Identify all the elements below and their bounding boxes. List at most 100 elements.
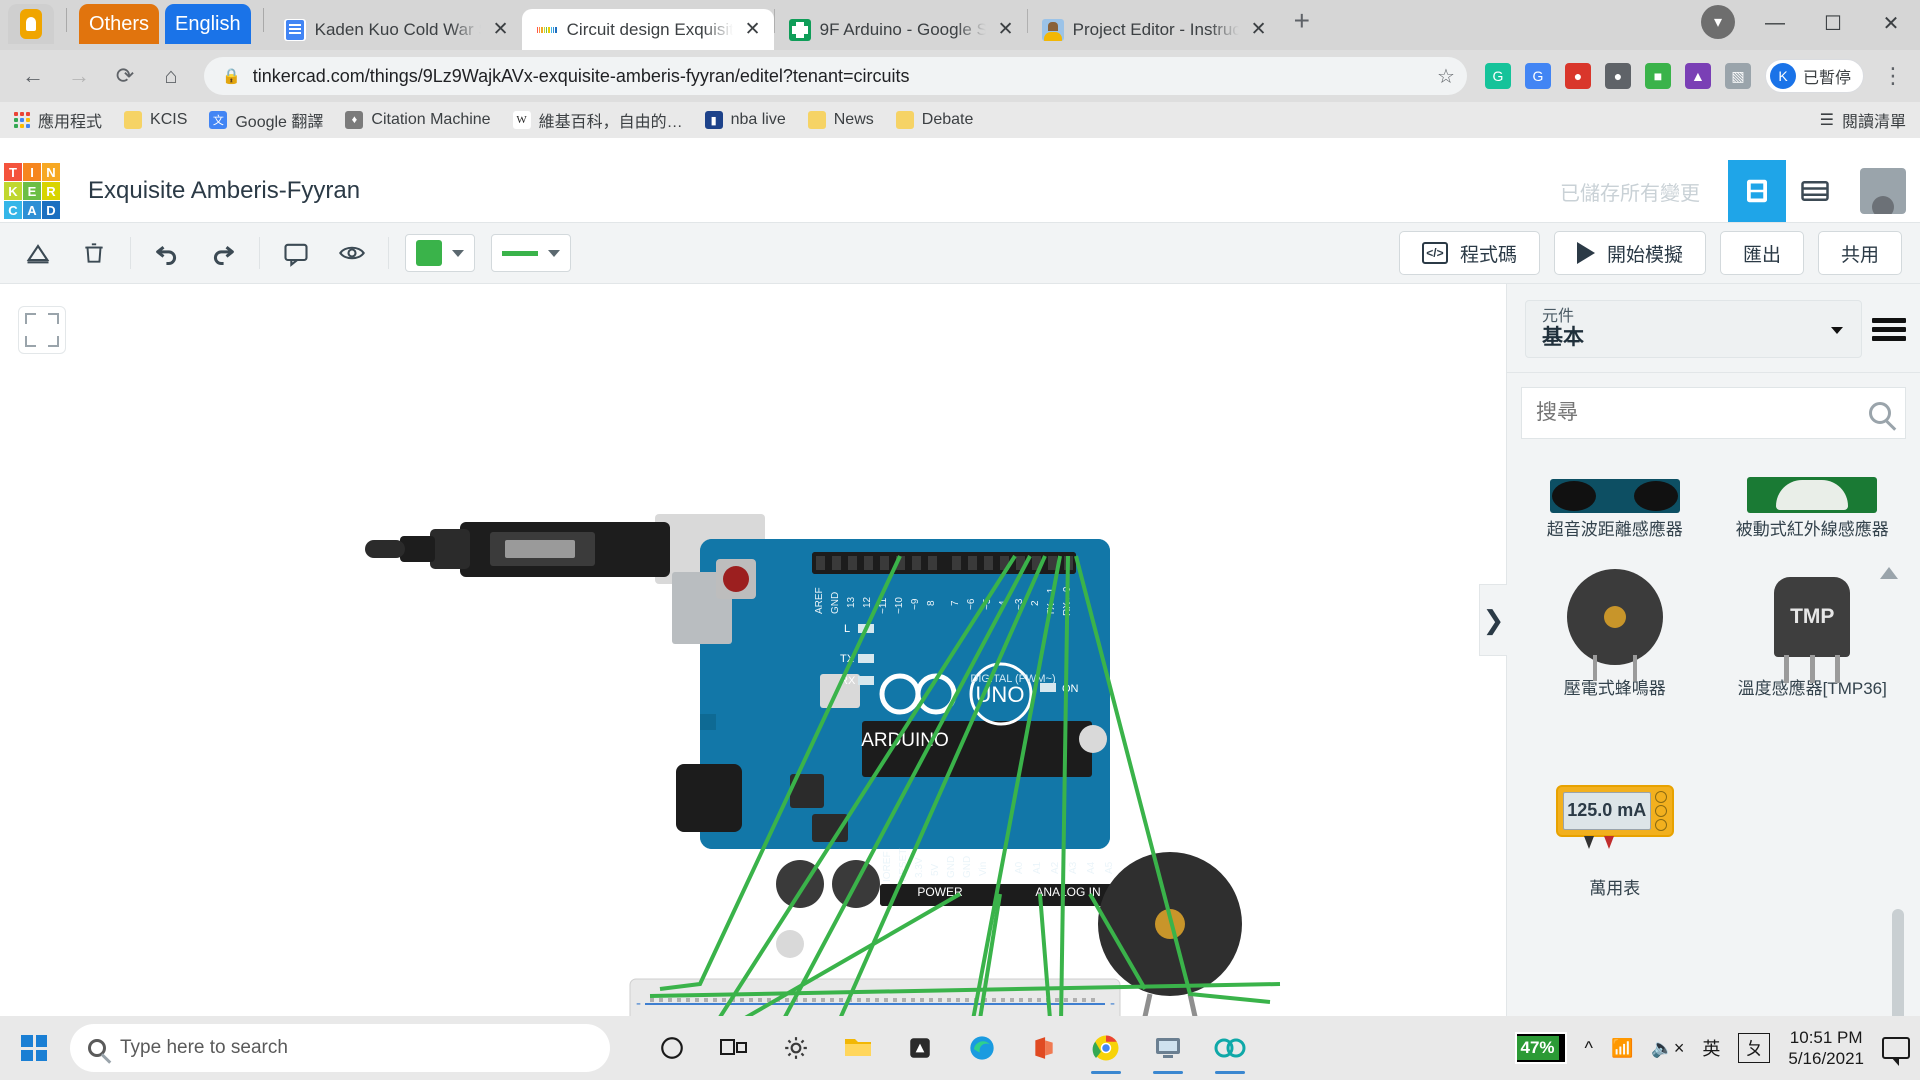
bookmark-wikipedia[interactable]: W 維基百科，自由的… bbox=[512, 108, 683, 132]
minimize-button[interactable]: — bbox=[1746, 0, 1804, 46]
cortana-icon[interactable] bbox=[646, 1020, 698, 1076]
simulate-button[interactable]: 開始模擬 bbox=[1553, 231, 1706, 275]
component-tmp36[interactable]: TMP 溫度感應器[TMP36] bbox=[1719, 556, 1907, 715]
annotation-button[interactable] bbox=[276, 233, 316, 273]
avatar[interactable] bbox=[1860, 168, 1906, 214]
redo-button[interactable] bbox=[203, 233, 243, 273]
visibility-button[interactable] bbox=[332, 233, 372, 273]
panel-scrollbar[interactable] bbox=[1892, 909, 1904, 1016]
buzzer-icon bbox=[1566, 569, 1663, 682]
file-explorer-icon[interactable] bbox=[832, 1020, 884, 1076]
green-ext-icon[interactable]: ■ bbox=[1644, 63, 1671, 89]
language-indicator[interactable]: 英 bbox=[1702, 1035, 1720, 1061]
volume-muted-icon[interactable]: 🔈× bbox=[1651, 1038, 1684, 1059]
tab-2[interactable]: 9F Arduino - Google Sheets ✕ bbox=[774, 9, 1027, 50]
back-button[interactable]: ← bbox=[12, 55, 54, 97]
rotate-button[interactable] bbox=[18, 233, 58, 273]
purple-ext-icon[interactable]: ▲ bbox=[1684, 63, 1711, 89]
color-swatch bbox=[416, 240, 442, 266]
tab-0[interactable]: Kaden Kuo Cold War Super ✕ bbox=[269, 9, 522, 50]
show-hidden-icons[interactable]: ^ bbox=[1585, 1038, 1593, 1059]
translate-ext-icon[interactable]: G bbox=[1524, 63, 1551, 89]
bookmark-apps[interactable]: 應用程式 bbox=[14, 108, 102, 132]
bookmark-news[interactable]: News bbox=[807, 111, 874, 129]
component-thumb bbox=[1566, 562, 1663, 682]
search-input[interactable] bbox=[1536, 401, 1838, 425]
grammarly-icon[interactable]: G bbox=[1484, 63, 1511, 89]
tab-1[interactable]: Circuit design Exquisite Am ✕ bbox=[521, 9, 774, 50]
remote-desktop-icon[interactable] bbox=[1142, 1020, 1194, 1076]
quick-button-english[interactable]: English bbox=[165, 4, 251, 44]
wifi-icon[interactable]: 📶 bbox=[1611, 1038, 1633, 1059]
bookmark-citation-machine[interactable]: ♦ Citation Machine bbox=[345, 111, 491, 129]
list-view-toggle[interactable] bbox=[1872, 312, 1906, 346]
puzzle-ext-icon[interactable]: ▧ bbox=[1724, 63, 1751, 89]
circuit-diagram[interactable]: UNO ARDUINO DIGITAL (PWM~) POWER ANALOG … bbox=[0, 284, 1506, 1016]
reading-list-button[interactable]: ☰ 閱讀清單 bbox=[1820, 108, 1906, 132]
divider bbox=[259, 237, 260, 269]
store-icon[interactable] bbox=[894, 1020, 946, 1076]
export-button[interactable]: 匯出 bbox=[1719, 231, 1804, 275]
close-button[interactable]: ✕ bbox=[1862, 0, 1920, 46]
bookmark-debate[interactable]: Debate bbox=[895, 111, 973, 129]
edge-icon[interactable] bbox=[956, 1020, 1008, 1076]
quick-button-others[interactable]: Others bbox=[79, 4, 160, 44]
home-button[interactable]: ⌂ bbox=[150, 55, 192, 97]
maximize-button[interactable]: ☐ bbox=[1804, 0, 1862, 46]
tab-close-icon[interactable]: ✕ bbox=[995, 18, 1017, 41]
bookmark-google-translate[interactable]: 文 Google 翻譯 bbox=[209, 108, 323, 132]
profile-paused-pill[interactable]: K 已暫停 bbox=[1764, 59, 1864, 93]
reload-button[interactable]: ⟳ bbox=[104, 55, 146, 97]
adblock-icon[interactable]: ● bbox=[1564, 63, 1591, 89]
address-bar[interactable]: 🔒 tinkercad.com/things/9Lz9WajkAVx-exqui… bbox=[204, 57, 1467, 95]
ime-mode-indicator[interactable]: ㄆ bbox=[1738, 1033, 1771, 1063]
profile-paused-label: 已暫停 bbox=[1802, 70, 1851, 87]
component-ultrasonic[interactable]: 超音波距離感應器 bbox=[1521, 449, 1709, 556]
battery-indicator[interactable]: 47% bbox=[1514, 1032, 1567, 1064]
task-view-icon[interactable] bbox=[708, 1020, 760, 1076]
component-category-select[interactable]: 元件 基本 bbox=[1525, 300, 1862, 358]
chrome-icon[interactable] bbox=[1080, 1020, 1132, 1076]
component-buzzer[interactable]: 壓電式蜂鳴器 bbox=[1521, 556, 1709, 715]
tab-close-icon[interactable]: ✕ bbox=[742, 18, 764, 41]
chrome-menu-icon[interactable]: ⋮ bbox=[1878, 63, 1908, 89]
wire-style-picker[interactable] bbox=[491, 234, 571, 272]
bookmark-star-icon[interactable]: ☆ bbox=[1437, 64, 1455, 89]
fill-color-picker[interactable] bbox=[405, 234, 475, 272]
svg-text:Vin: Vin bbox=[978, 862, 989, 876]
component-search[interactable] bbox=[1521, 387, 1906, 439]
tab-close-icon[interactable]: ✕ bbox=[1248, 18, 1270, 41]
shield-ext-icon[interactable]: ● bbox=[1604, 63, 1631, 89]
delete-button[interactable] bbox=[74, 233, 114, 273]
grid-view-button[interactable] bbox=[1786, 160, 1844, 222]
tinkercad-logo[interactable]: T I N K E R C A D bbox=[4, 163, 60, 219]
circuit-canvas[interactable]: UNO ARDUINO DIGITAL (PWM~) POWER ANALOG … bbox=[0, 284, 1920, 1016]
search-icon[interactable] bbox=[1869, 402, 1891, 424]
share-button[interactable]: 共用 bbox=[1817, 231, 1902, 275]
bookmark-kcis[interactable]: KCIS bbox=[124, 111, 187, 129]
component-multimeter[interactable]: 125.0 mA 萬用表 bbox=[1521, 770, 1709, 915]
panel-collapse-button[interactable]: ❯ bbox=[1479, 584, 1507, 656]
component-pir[interactable]: 被動式紅外線感應器 bbox=[1719, 449, 1907, 556]
scroll-up-arrow[interactable] bbox=[1880, 567, 1898, 579]
tab-3[interactable]: Project Editor - Instructable ✕ bbox=[1027, 9, 1280, 50]
settings-icon[interactable] bbox=[770, 1020, 822, 1076]
clock[interactable]: 10:51 PM 5/16/2021 bbox=[1788, 1027, 1864, 1070]
forward-button[interactable]: → bbox=[58, 55, 100, 97]
svg-text:A4: A4 bbox=[1086, 861, 1097, 874]
start-button[interactable] bbox=[6, 1016, 62, 1080]
code-icon-text: </> bbox=[1426, 246, 1444, 260]
undo-button[interactable] bbox=[147, 233, 187, 273]
office-icon[interactable] bbox=[1018, 1020, 1070, 1076]
quick-button-bulb[interactable] bbox=[8, 4, 54, 44]
profile-avatar[interactable]: ▾ bbox=[1701, 5, 1735, 39]
bookmark-nba-live[interactable]: ▮ nba live bbox=[704, 111, 786, 129]
taskbar-search[interactable]: Type here to search bbox=[70, 1024, 610, 1072]
tab-close-icon[interactable]: ✕ bbox=[490, 18, 512, 41]
arduino-icon[interactable] bbox=[1204, 1020, 1256, 1076]
new-tab-button[interactable]: + bbox=[1280, 5, 1324, 43]
code-button[interactable]: </> 程式碼 bbox=[1398, 231, 1540, 275]
circuits-view-button[interactable] bbox=[1728, 160, 1786, 222]
action-center-icon[interactable] bbox=[1882, 1037, 1910, 1066]
comment-icon bbox=[284, 243, 308, 267]
